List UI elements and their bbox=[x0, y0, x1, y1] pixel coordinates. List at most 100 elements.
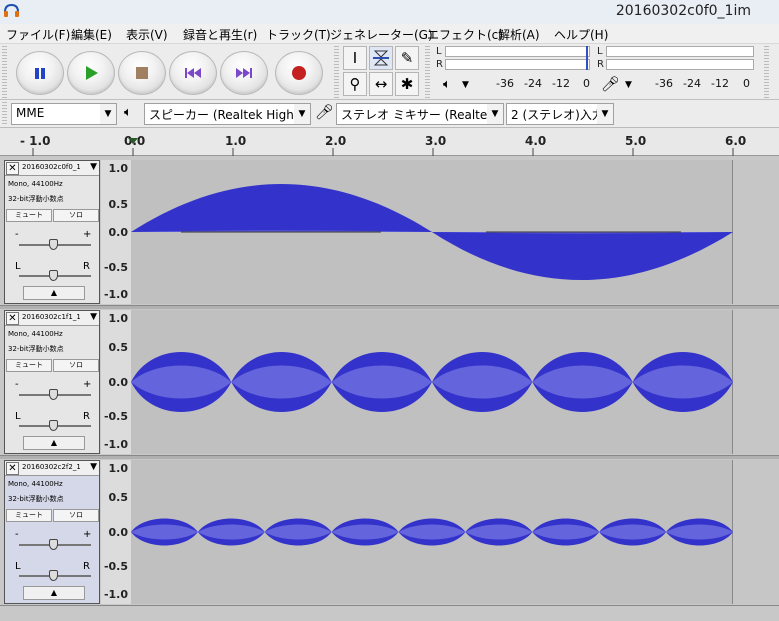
menu-help[interactable]: ヘルプ(H) bbox=[554, 26, 608, 43]
track-name[interactable]: 20160302c1f1_1i bbox=[22, 313, 80, 321]
track-name[interactable]: 20160302c0f0_1i bbox=[22, 163, 80, 171]
track-menu-arrow-icon[interactable]: ▼ bbox=[90, 162, 97, 172]
pan-slider-thumb[interactable] bbox=[49, 570, 58, 581]
toolbar-grip[interactable] bbox=[2, 46, 7, 98]
window-title: 20160302c0f0_1im bbox=[615, 3, 751, 19]
track-rate: Mono, 44100Hz bbox=[8, 330, 63, 338]
timeline-ruler[interactable]: - 1.0 0.0 1.0 2.0 3.0 4.0 5.0 6.0 bbox=[0, 128, 779, 156]
solo-button[interactable]: ソロ bbox=[53, 209, 99, 222]
selection-tool-button[interactable]: I bbox=[343, 46, 367, 70]
toolbar-grip[interactable] bbox=[334, 46, 339, 98]
pan-slider-thumb[interactable] bbox=[49, 270, 58, 281]
menu-bar: ファイル(F) 編集(E) 表示(V) 録音と再生(r) トラック(T) ジェネ… bbox=[0, 24, 779, 44]
scale-label: -1.0 bbox=[103, 438, 128, 451]
up-arrow-icon: ▲ bbox=[50, 288, 58, 297]
playback-meter-dropdown-arrow[interactable]: ▼ bbox=[462, 80, 469, 90]
record-meter-left[interactable] bbox=[606, 46, 754, 57]
close-track-icon[interactable]: ✕ bbox=[6, 462, 19, 475]
audio-host-select[interactable]: MME ▼ bbox=[11, 103, 117, 125]
title-bar: 20160302c0f0_1im bbox=[0, 0, 779, 24]
track-header[interactable]: ✕ 20160302c2f2_1i ▼ bbox=[5, 461, 99, 476]
track-header[interactable]: ✕ 20160302c1f1_1i ▼ bbox=[5, 311, 99, 326]
track-menu-arrow-icon[interactable]: ▼ bbox=[90, 462, 97, 472]
record-meter-dropdown-arrow[interactable]: ▼ bbox=[625, 80, 632, 90]
pause-button[interactable] bbox=[16, 51, 64, 95]
gain-slider-thumb[interactable] bbox=[49, 539, 58, 550]
collapse-track-button[interactable]: ▲ bbox=[23, 436, 85, 450]
toolbar-grip[interactable] bbox=[425, 46, 430, 98]
vertical-scale[interactable]: 1.0 0.5 0.0 -0.5 -1.0 bbox=[101, 460, 131, 604]
track-separator bbox=[0, 455, 779, 459]
chevron-down-icon: ▼ bbox=[597, 104, 613, 124]
gain-plus: + bbox=[83, 529, 92, 540]
pan-left-label: L bbox=[15, 261, 21, 272]
close-track-icon[interactable]: ✕ bbox=[6, 312, 19, 325]
track-control-panel[interactable]: ✕ 20160302c1f1_1i ▼ Mono, 44100Hz 32-bit… bbox=[4, 310, 100, 454]
toolbar-grip[interactable] bbox=[2, 102, 7, 126]
up-arrow-icon: ▲ bbox=[50, 588, 58, 597]
solo-button[interactable]: ソロ bbox=[53, 509, 99, 522]
waveform-area[interactable] bbox=[131, 310, 733, 454]
bottom-area bbox=[0, 605, 779, 621]
solo-button[interactable]: ソロ bbox=[53, 359, 99, 372]
pause-icon bbox=[35, 68, 45, 79]
play-button[interactable] bbox=[67, 51, 115, 95]
vertical-scale[interactable]: 1.0 0.5 0.0 -0.5 -1.0 bbox=[101, 310, 131, 454]
output-device-select[interactable]: スピーカー (Realtek High Def ▼ bbox=[144, 103, 311, 125]
scale-label: 0.5 bbox=[108, 491, 129, 504]
mute-button[interactable]: ミュート bbox=[6, 359, 52, 372]
speaker-icon: 🔈︎ bbox=[124, 105, 132, 120]
skip-start-button[interactable] bbox=[169, 51, 217, 95]
meter-rec-left-label: L bbox=[597, 46, 603, 57]
mute-button[interactable]: ミュート bbox=[6, 509, 52, 522]
waveform-area[interactable] bbox=[131, 160, 733, 304]
scale-label: -1.0 bbox=[103, 288, 128, 301]
input-device-select[interactable]: ステレオ ミキサー (Realtek Hig ▼ bbox=[336, 103, 504, 125]
gain-slider-thumb[interactable] bbox=[49, 389, 58, 400]
pencil-icon: ✎ bbox=[400, 49, 414, 67]
track-control-panel[interactable]: ✕ 20160302c0f0_1i ▼ Mono, 44100Hz 32-bit… bbox=[4, 160, 100, 304]
input-channels-select[interactable]: 2 (ステレオ)入力チ ▼ bbox=[506, 103, 614, 125]
menu-generate[interactable]: ジェネレーター(G) bbox=[330, 26, 433, 43]
multi-tool-button[interactable]: ✱ bbox=[395, 72, 419, 96]
draw-tool-button[interactable]: ✎ bbox=[395, 46, 419, 70]
scale-label: -0.5 bbox=[103, 560, 128, 573]
meter-scale-label: -36 bbox=[655, 77, 673, 90]
zoom-tool-button[interactable]: ⚲ bbox=[343, 72, 367, 96]
track-control-panel[interactable]: ✕ 20160302c2f2_1i ▼ Mono, 44100Hz 32-bit… bbox=[4, 460, 100, 604]
skip-end-button[interactable] bbox=[220, 51, 268, 95]
vertical-scale[interactable]: 1.0 0.5 0.0 -0.5 -1.0 bbox=[101, 160, 131, 304]
envelope-tool-button[interactable] bbox=[369, 46, 393, 70]
menu-tracks[interactable]: トラック(T) bbox=[266, 26, 331, 43]
record-button[interactable] bbox=[275, 51, 323, 95]
menu-transport[interactable]: 録音と再生(r) bbox=[183, 26, 257, 43]
record-meter-right[interactable] bbox=[606, 59, 754, 70]
menu-view[interactable]: 表示(V) bbox=[126, 26, 168, 43]
timeshift-tool-button[interactable]: ↔ bbox=[369, 72, 393, 96]
track-menu-arrow-icon[interactable]: ▼ bbox=[90, 312, 97, 322]
menu-analyze[interactable]: 解析(A) bbox=[498, 26, 540, 43]
magnifier-icon: ⚲ bbox=[349, 75, 361, 93]
menu-file[interactable]: ファイル(F) bbox=[6, 26, 70, 43]
gain-slider-thumb[interactable] bbox=[49, 239, 58, 250]
scale-label: 0.5 bbox=[108, 341, 129, 354]
track-name[interactable]: 20160302c2f2_1i bbox=[22, 463, 80, 471]
play-icon bbox=[86, 66, 98, 80]
collapse-track-button[interactable]: ▲ bbox=[23, 286, 85, 300]
pan-slider-thumb[interactable] bbox=[49, 420, 58, 431]
meter-scale-label: 0 bbox=[743, 77, 750, 90]
toolbar-grip[interactable] bbox=[764, 46, 769, 98]
waveform-area[interactable] bbox=[131, 460, 733, 604]
meter-scale-label: -36 bbox=[496, 77, 514, 90]
stop-button[interactable] bbox=[118, 51, 166, 95]
menu-edit[interactable]: 編集(E) bbox=[71, 26, 112, 43]
close-track-icon[interactable]: ✕ bbox=[6, 162, 19, 175]
ibeam-icon: I bbox=[352, 49, 358, 67]
collapse-track-button[interactable]: ▲ bbox=[23, 586, 85, 600]
playback-meter-left[interactable] bbox=[445, 46, 590, 57]
menu-effect[interactable]: エフェクト(c) bbox=[427, 26, 503, 43]
gain-minus: - bbox=[15, 379, 19, 390]
track-header[interactable]: ✕ 20160302c0f0_1i ▼ bbox=[5, 161, 99, 176]
playback-meter-right[interactable] bbox=[445, 59, 590, 70]
mute-button[interactable]: ミュート bbox=[6, 209, 52, 222]
